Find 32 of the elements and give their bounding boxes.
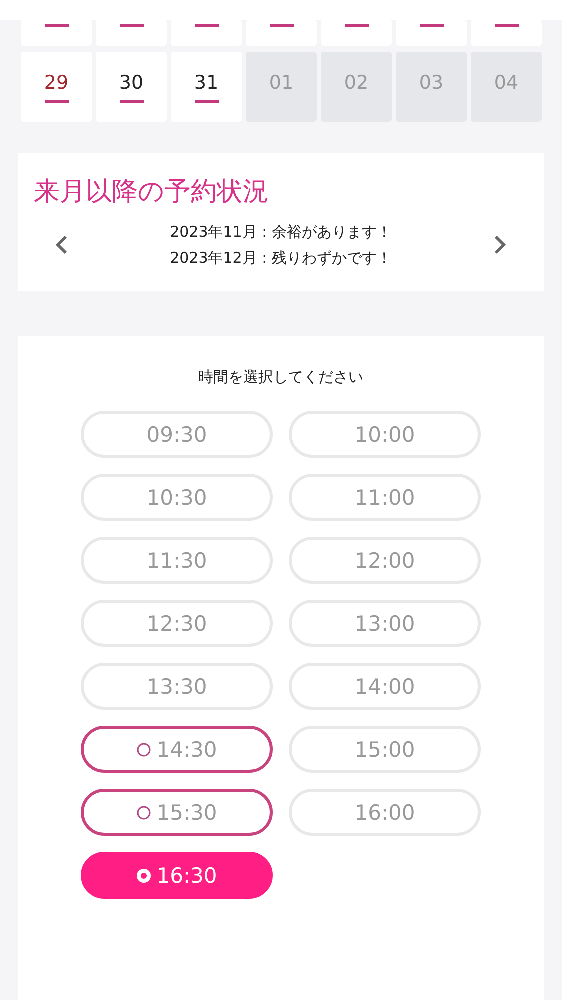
radio-icon bbox=[136, 806, 151, 820]
calendar-day[interactable] bbox=[471, 20, 542, 46]
calendar-day[interactable] bbox=[321, 20, 392, 46]
day-number: 30 bbox=[119, 72, 144, 94]
day-number: 04 bbox=[494, 72, 519, 94]
calendar-day[interactable]: 29 bbox=[21, 52, 92, 122]
radio-icon bbox=[136, 868, 151, 882]
calendar-day[interactable] bbox=[96, 20, 167, 46]
day-number: 01 bbox=[269, 72, 294, 94]
day-number: 03 bbox=[419, 72, 444, 94]
calendar-day[interactable]: 03 bbox=[396, 52, 467, 122]
day-number: 31 bbox=[194, 72, 219, 94]
day-number: 02 bbox=[344, 72, 369, 94]
section-title: 来月以降の予約状況 bbox=[34, 176, 270, 209]
day-number: 29 bbox=[44, 72, 69, 94]
status-text: 2023年11月 : 余裕があります！ bbox=[170, 222, 392, 243]
status-text: 2023年12月 : 残りわずかです！ bbox=[170, 248, 392, 269]
calendar-day[interactable]: 01 bbox=[246, 52, 317, 122]
calendar-day[interactable]: 30 bbox=[96, 52, 167, 122]
calendar-day[interactable] bbox=[246, 20, 317, 46]
calendar-day[interactable]: 04 bbox=[471, 52, 542, 122]
calendar-day[interactable]: 31 bbox=[171, 52, 242, 122]
time-slot-button[interactable]: 15:30 bbox=[81, 789, 273, 836]
calendar-day[interactable] bbox=[21, 20, 92, 46]
calendar-day[interactable]: 02 bbox=[321, 52, 392, 122]
time-slot-button[interactable]: 16:30 bbox=[81, 852, 273, 899]
section-title: 時間を選択してください bbox=[198, 368, 364, 387]
radio-icon bbox=[136, 742, 151, 756]
time-slot-button[interactable]: 14:30 bbox=[81, 726, 273, 773]
calendar-day[interactable] bbox=[171, 20, 242, 46]
calendar-day[interactable] bbox=[396, 20, 467, 46]
previous-button[interactable] bbox=[54, 233, 70, 257]
